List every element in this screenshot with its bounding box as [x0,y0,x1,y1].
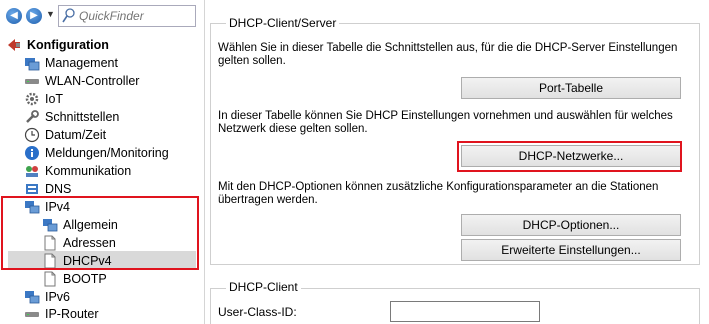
quickfinder-input[interactable] [79,8,191,24]
router-icon [25,312,39,317]
sidebar-item-label: IP-Router [45,307,99,321]
sidebar-item-management[interactable]: Management [24,54,118,72]
search-icon [62,8,75,23]
sidebar-item-iot[interactable]: IoT [24,90,63,108]
group-title: DHCP-Client [226,280,301,294]
sidebar-item-label: Meldungen/Monitoring [45,146,169,160]
options-description: Mit den DHCP-Optionen können zusätzliche… [218,181,659,206]
sidebar-item-ipv6[interactable]: IPv6 [24,288,70,306]
tree-root-konfiguration[interactable]: Konfiguration [6,36,109,54]
sidebar-item-bootp[interactable]: BOOTP [42,270,107,288]
management-icon [25,58,40,71]
networks-description: In dieser Tabelle können Sie DHCP Einste… [218,110,673,135]
sidebar-item-label: Kommunikation [45,164,132,178]
configuration-icon [8,39,20,51]
tree-root-label: Konfiguration [27,38,109,52]
dns-icon [26,184,38,194]
ipv4-highlight-frame [1,196,199,270]
network-icon [25,291,40,304]
sidebar-item-label: Schnittstellen [45,110,120,124]
dhcp-options-button[interactable]: DHCP-Optionen... [461,214,681,236]
sidebar-item-label: IPv6 [45,290,71,304]
back-icon[interactable]: ◀ [6,8,22,24]
port-table-button[interactable]: Port-Tabelle [461,77,681,99]
port-table-description: Wählen Sie in dieser Tabelle die Schnitt… [218,42,678,67]
user-class-id-field[interactable] [390,301,540,322]
sidebar-item-kommunikation[interactable]: Kommunikation [24,162,131,180]
clock-icon [24,127,40,143]
wrench-icon [26,110,39,123]
navigation-sidebar: ◀ ▶ ▼ Konfiguration Management WLAN-Cont… [0,0,205,324]
wlan-controller-icon [25,79,39,84]
info-icon [25,146,39,160]
sidebar-item-label: Management [45,56,118,70]
page-icon [44,271,56,287]
sidebar-item-wlan-controller[interactable]: WLAN-Controller [24,72,139,90]
group-title: DHCP-Client/Server [226,16,340,30]
sidebar-item-label: Datum/Zeit [45,128,107,142]
communication-icon [26,166,38,177]
advanced-settings-button[interactable]: Erweiterte Einstellungen... [461,239,681,261]
quickfinder-search[interactable] [58,5,196,27]
history-dropdown-icon[interactable]: ▼ [46,9,55,19]
gear-icon [25,92,39,106]
sidebar-item-label: BOOTP [63,272,107,286]
sidebar-item-schnittstellen[interactable]: Schnittstellen [24,108,119,126]
sidebar-item-meldungen-monitoring[interactable]: Meldungen/Monitoring [24,144,169,162]
dhcp-networks-highlight-frame [457,141,682,172]
user-class-id-label: User-Class-ID: [218,305,297,319]
sidebar-item-label: WLAN-Controller [45,74,140,88]
forward-icon[interactable]: ▶ [26,8,42,24]
sidebar-item-datum-zeit[interactable]: Datum/Zeit [24,126,106,144]
sidebar-item-label: DNS [45,182,72,196]
sidebar-item-label: IoT [45,92,64,106]
sidebar-item-ip-router[interactable]: IP-Router [24,305,99,323]
